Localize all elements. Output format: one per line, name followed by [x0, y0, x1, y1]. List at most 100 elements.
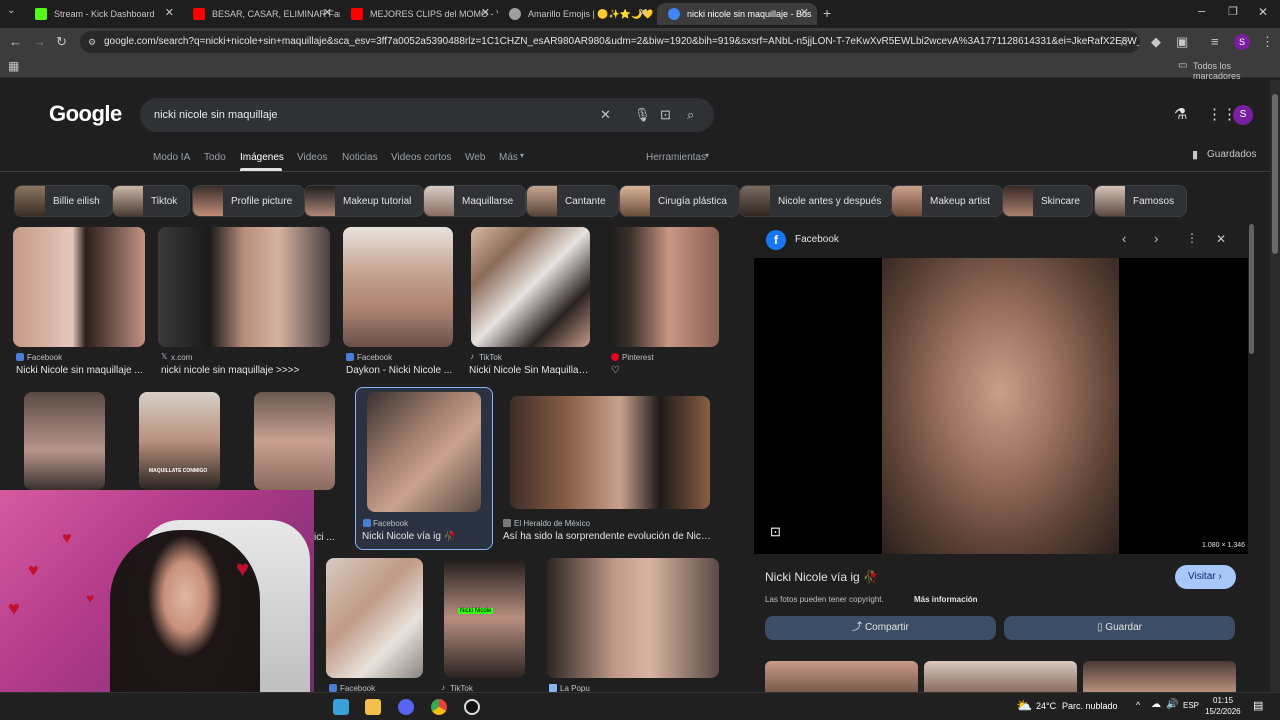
restore-icon[interactable]: ❐ [1228, 0, 1238, 26]
close-window-icon[interactable]: ✕ [1258, 0, 1268, 26]
result-title[interactable]: nicki nicole sin maquillaje >>>> [161, 365, 329, 376]
search-icon[interactable]: ⌕ [687, 98, 694, 132]
new-tab-icon[interactable]: + [823, 0, 831, 27]
all-bookmarks-label[interactable]: Todos los marcadores [1193, 61, 1280, 81]
media-icon[interactable]: ≡ [1211, 28, 1219, 56]
panel-title[interactable]: Nicki Nicole vía ig 🥀 [765, 570, 878, 584]
chrome-icon[interactable] [431, 699, 447, 715]
weather-temp[interactable]: 24°C [1036, 701, 1056, 711]
result-source[interactable]: La Popu [560, 684, 590, 692]
chip-cantante[interactable]: Cantante [526, 185, 619, 217]
account-avatar[interactable]: S [1233, 105, 1253, 125]
network-icon[interactable]: ☁ [1151, 699, 1161, 710]
app-icon[interactable] [333, 699, 349, 715]
tab-mas[interactable]: Más [499, 152, 518, 163]
puzzle-icon[interactable]: ▣ [1176, 28, 1188, 56]
chip-makeup-tutorial[interactable]: Makeup tutorial [304, 185, 425, 217]
close-tab-icon[interactable]: ✕ [639, 6, 648, 19]
result-image[interactable] [510, 396, 710, 509]
minimize-icon[interactable]: – [1198, 0, 1205, 25]
close-tab-icon[interactable]: ✕ [481, 6, 490, 19]
tab-videos[interactable]: Videos [297, 152, 327, 163]
close-tab-icon[interactable]: ✕ [165, 6, 174, 19]
forward-icon[interactable]: → [33, 28, 46, 56]
panel-source[interactable]: Facebook [795, 234, 839, 245]
clear-icon[interactable]: ✕ [600, 98, 611, 132]
extension-icon[interactable]: ◆ [1151, 28, 1161, 56]
result-source[interactable]: Facebook [27, 353, 62, 362]
chip-tiktok[interactable]: Tiktok [112, 185, 191, 217]
obs-icon[interactable] [464, 699, 480, 715]
clock-time[interactable]: 01:15 [1213, 696, 1233, 705]
share-button[interactable]: ⤴ Compartir [765, 616, 996, 640]
result-image[interactable] [158, 227, 330, 347]
profile-avatar[interactable]: S [1234, 34, 1250, 50]
result-title[interactable]: Nicki Nicole sin maquillaje ... [16, 365, 146, 376]
result-image[interactable] [13, 227, 145, 347]
result-image[interactable] [471, 227, 590, 347]
result-source[interactable]: El Heraldo de México [514, 519, 590, 528]
browser-tab-google[interactable]: nicki nicole sin maquillaje - Bus ✕ [657, 3, 817, 25]
result-image[interactable] [343, 227, 453, 347]
result-title[interactable]: ♡ [611, 365, 719, 376]
lens-search-icon[interactable]: ⊡ [770, 524, 781, 540]
related-image[interactable] [924, 661, 1077, 692]
browser-tab-youtube-2[interactable]: MEJORES CLIPS del MOMO - Yo ✕ [340, 3, 498, 25]
apps-icon[interactable]: ▦ [8, 59, 19, 73]
tab-search-icon[interactable]: ⌄ [7, 0, 15, 25]
chip-maquillarse[interactable]: Maquillarse [423, 185, 527, 217]
address-bar[interactable]: ⚙ google.com/search?q=nicki+nicole+sin+m… [80, 31, 1140, 53]
notification-icon[interactable]: ▤ [1253, 699, 1263, 712]
tab-todo[interactable]: Todo [204, 152, 226, 163]
tab-noticias[interactable]: Noticias [342, 152, 378, 163]
result-image[interactable] [608, 227, 719, 347]
tab-modo-ia[interactable]: Modo IA [153, 152, 190, 163]
reload-icon[interactable]: ↻ [56, 28, 67, 56]
lang-label[interactable]: ESP [1183, 701, 1199, 710]
chip-makeup-artist[interactable]: Makeup artist [891, 185, 1004, 217]
previous-icon[interactable]: ‹ [1122, 231, 1126, 246]
preview-image[interactable] [882, 258, 1119, 554]
preview-image-area[interactable]: ⊡ 1.080 × 1.346 [754, 258, 1248, 554]
page-scrollbar[interactable] [1270, 80, 1280, 692]
result-image[interactable] [367, 392, 481, 512]
result-image[interactable] [24, 392, 105, 490]
related-image[interactable] [1083, 661, 1236, 692]
browser-tab-youtube-1[interactable]: BESAR, CASAR, ELIMINAR Famo ✕ [182, 3, 340, 25]
tab-videos-cortos[interactable]: Videos cortos [391, 152, 451, 163]
tab-imagenes[interactable]: Imágenes [240, 152, 284, 163]
folder-icon[interactable] [365, 699, 381, 715]
close-tab-icon[interactable]: ✕ [800, 6, 809, 19]
microphone-icon[interactable]: 🎙 [634, 98, 651, 132]
result-title-partial[interactable]: ici ... [314, 532, 344, 543]
discord-icon[interactable] [398, 699, 414, 715]
next-icon[interactable]: › [1154, 231, 1158, 246]
chip-nicole-antes-y-despues[interactable]: Nicole antes y después [739, 185, 895, 217]
result-image[interactable] [546, 558, 719, 678]
save-button[interactable]: ▯ Guardar [1004, 616, 1235, 640]
tools-button[interactable]: Herramientas [646, 152, 706, 163]
chip-skincare[interactable]: Skincare [1002, 185, 1093, 217]
lens-icon[interactable]: ⊡ [660, 98, 671, 132]
speaker-icon[interactable]: 🔊 [1166, 699, 1178, 710]
browser-tab-emojis[interactable]: Amarillo Emojis | 🟡✨⭐🌙💛 ✕ [498, 3, 656, 25]
result-title[interactable]: Nicki Nicole Sin Maquillaje... [469, 365, 590, 376]
more-info-link[interactable]: Más información [914, 595, 978, 604]
result-image[interactable]: MAQUILLATE CONMIGO [139, 392, 220, 490]
related-image[interactable] [765, 661, 918, 692]
browser-tab-kick[interactable]: Stream - Kick Dashboard ✕ [24, 3, 182, 25]
result-source[interactable]: TikTok [450, 684, 473, 692]
search-input[interactable]: nicki nicole sin maquillaje ✕ 🎙 ⊡ ⌕ [140, 98, 714, 132]
clock-date[interactable]: 15/2/2026 [1205, 707, 1241, 716]
result-source[interactable]: Pinterest [622, 353, 654, 362]
scrollbar-thumb[interactable] [1272, 94, 1278, 254]
site-info-icon[interactable]: ⚙ [88, 31, 96, 53]
result-source[interactable]: x.com [171, 353, 192, 362]
chip-cirugia-plastica[interactable]: Cirugía plástica [619, 185, 740, 217]
result-source[interactable]: Facebook [357, 353, 392, 362]
result-source[interactable]: TikTok [479, 353, 502, 362]
result-image[interactable] [326, 558, 423, 678]
result-source[interactable]: Facebook [340, 684, 375, 692]
chip-famosos[interactable]: Famosos [1094, 185, 1188, 217]
result-image[interactable]: Nicki Nicole [444, 558, 525, 678]
